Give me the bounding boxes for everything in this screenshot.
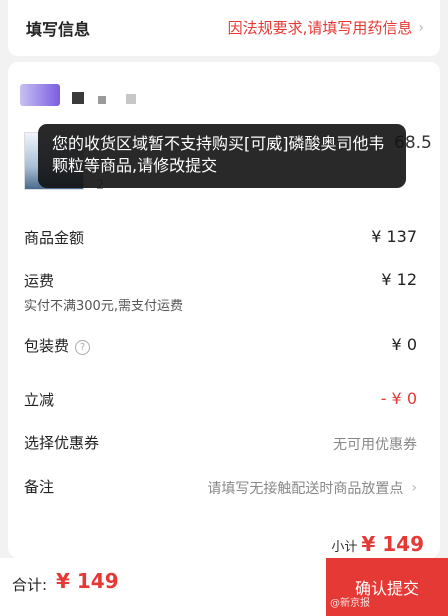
subtotal: 小计 ¥ 149 [331,532,424,556]
shipping-label: 运费 [24,272,55,290]
watermark-text: @新京报 [330,598,370,609]
help-icon[interactable]: ? [75,340,91,355]
remark-row[interactable]: 备注 请填写无接触配送时商品放置点 › [24,476,417,498]
shop-name-blurred [126,94,136,104]
coupon-value: 无可用优惠券 [333,437,417,453]
shop-name-blurred [72,92,84,104]
subtotal-label: 小计 [331,540,358,555]
shipping-value: ¥ 12 [381,270,417,289]
packaging-row: 包装费? ¥ 0 [24,335,417,357]
packaging-value: ¥ 0 [391,335,417,354]
discount-label: 立减 [24,391,55,409]
goods-amount-label: 商品金额 [24,229,85,247]
shop-name-blurred [98,96,106,104]
toast-message: 您的收货区域暂不支持购买[可威]磷酸奥司他韦颗粒等商品,请修改提交 [38,124,406,188]
chevron-right-icon: › [418,19,424,36]
subtotal-value: ¥ 149 [361,532,424,556]
remark-placeholder: 请填写无接触配送时商品放置点 [207,481,404,497]
goods-amount-value: ¥ 137 [371,227,417,246]
remark-label: 备注 [24,478,55,496]
total-value: ¥ 149 [56,569,119,593]
total-label: 合计: [12,576,48,594]
shop-logo [20,84,60,106]
discount-value: - ¥ 0 [380,389,417,408]
medication-info-label: 因法规要求,请填写用药信息 [227,19,413,37]
remark-input[interactable]: 请填写无接触配送时商品放置点 › [207,478,417,498]
info-card: 填写信息 因法规要求,请填写用药信息 › [8,0,440,56]
shipping-row: 运费 ¥ 12 实付不满300元,需支付运费 [24,270,417,314]
packaging-label-text: 包装费 [24,337,70,355]
chevron-right-icon: › [411,480,417,496]
coupon-row[interactable]: 选择优惠券 无可用优惠券 [24,432,417,454]
packaging-label: 包装费? [24,335,91,356]
info-title: 填写信息 [26,20,91,39]
checkout-bar: 合计: ¥ 149 确认提交 [0,558,448,616]
coupon-label: 选择优惠券 [24,434,100,452]
medication-info-link[interactable]: 因法规要求,请填写用药信息 › [228,17,424,38]
goods-amount-row: 商品金额 ¥ 137 [24,227,417,249]
discount-row: 立减 - ¥ 0 [24,389,417,411]
shipping-note: 实付不满300元,需支付运费 [24,299,183,314]
